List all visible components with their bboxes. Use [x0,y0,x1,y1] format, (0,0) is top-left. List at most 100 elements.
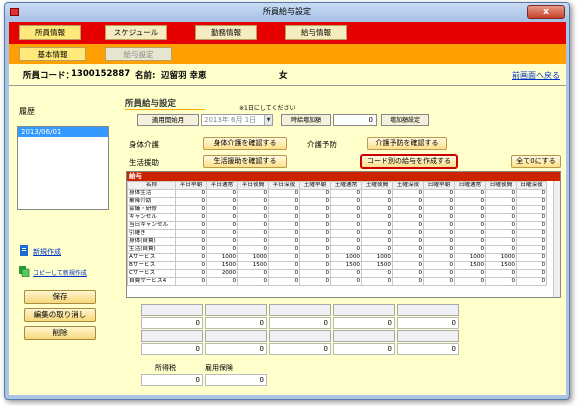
salary-cell[interactable]: 0 [454,237,486,246]
salary-cell[interactable]: 0 [175,213,207,222]
subtab-salary-settings[interactable]: 給与設定 [105,47,172,61]
salary-cell[interactable]: 0 [237,221,269,230]
salary-cell[interactable]: 0 [485,245,517,254]
salary-cell[interactable]: 0 [392,229,424,238]
salary-cell[interactable]: 0 [175,245,207,254]
salary-cell[interactable]: 0 [268,221,300,230]
summary-field[interactable]: 0 [269,317,331,329]
salary-cell[interactable]: 0 [330,229,362,238]
salary-cell[interactable]: 0 [175,277,207,286]
hourly-add-input[interactable]: 0 [333,114,377,126]
salary-cell[interactable]: 0 [361,205,393,214]
summary-field[interactable]: 0 [205,317,267,329]
salary-cell[interactable]: 0 [392,237,424,246]
salary-cell[interactable]: 0 [516,245,547,254]
salary-cell[interactable]: 0 [268,197,300,206]
salary-cell[interactable]: 0 [516,189,547,198]
salary-cell[interactable]: 0 [268,213,300,222]
salary-cell[interactable]: 0 [237,269,269,278]
salary-cell[interactable]: 0 [516,253,547,262]
save-button[interactable]: 保存 [24,290,96,304]
salary-cell[interactable]: 0 [206,213,238,222]
salary-cell[interactable]: 0 [206,189,238,198]
salary-cell[interactable]: 0 [175,237,207,246]
close-button[interactable]: x [527,5,565,19]
physical-care-button[interactable]: 身体介護を確認する [203,137,287,150]
employment-insurance-field[interactable]: 0 [205,374,267,386]
salary-cell[interactable]: 0 [454,269,486,278]
salary-cell[interactable]: 0 [299,269,331,278]
salary-cell[interactable]: 0 [423,277,455,286]
tab-staff-info[interactable]: 所員情報 [19,25,81,40]
salary-cell[interactable]: 1500 [485,261,517,270]
salary-cell[interactable]: 0 [268,261,300,270]
salary-cell[interactable]: 1000 [361,253,393,262]
salary-cell[interactable]: 0 [392,269,424,278]
salary-cell[interactable]: 0 [206,229,238,238]
salary-cell[interactable]: 1500 [454,261,486,270]
salary-cell[interactable]: 0 [361,189,393,198]
salary-cell[interactable]: 1000 [206,253,238,262]
salary-cell[interactable]: 1000 [454,253,486,262]
copy-new-link[interactable]: コピーして新規作成 [19,266,87,277]
salary-cell[interactable]: 0 [268,277,300,286]
salary-cell[interactable]: 0 [330,205,362,214]
salary-cell[interactable]: 0 [516,269,547,278]
summary-field[interactable]: 0 [397,343,459,355]
salary-cell[interactable]: 1000 [330,253,362,262]
salary-cell[interactable]: 0 [485,229,517,238]
salary-cell[interactable]: 0 [175,205,207,214]
chevron-down-icon[interactable]: ▼ [264,115,272,125]
salary-cell[interactable]: 0 [330,237,362,246]
salary-cell[interactable]: 0 [330,221,362,230]
prevention-button[interactable]: 介護予防を確認する [367,137,447,150]
salary-cell[interactable]: 0 [268,189,300,198]
new-link[interactable]: 新規作成 [19,245,61,257]
salary-cell[interactable]: 0 [485,277,517,286]
salary-cell[interactable]: 0 [454,221,486,230]
cancel-edit-button[interactable]: 編集の取り消し [24,308,96,322]
salary-cell[interactable]: 0 [423,205,455,214]
salary-cell[interactable]: 0 [268,269,300,278]
history-list[interactable]: 2013/06/01 [17,126,109,210]
salary-cell[interactable]: 0 [392,221,424,230]
salary-cell[interactable]: 0 [516,261,547,270]
delete-button[interactable]: 削除 [24,326,96,340]
salary-cell[interactable]: 1500 [206,261,238,270]
salary-cell[interactable]: 0 [206,197,238,206]
salary-cell[interactable]: 0 [175,269,207,278]
summary-field[interactable]: 0 [333,317,395,329]
salary-cell[interactable]: 0 [454,277,486,286]
hourly-set-button[interactable]: 増加額設定 [381,114,429,126]
salary-cell[interactable]: 1500 [361,261,393,270]
salary-cell[interactable]: 0 [392,277,424,286]
tab-salary-info[interactable]: 給与情報 [285,25,347,40]
salary-cell[interactable]: 0 [299,237,331,246]
salary-cell[interactable]: 0 [330,277,362,286]
income-tax-field[interactable]: 0 [141,374,203,386]
salary-cell[interactable]: 0 [392,213,424,222]
start-month-picker[interactable]: 2013年 6月 1日 ▼ [201,114,273,126]
salary-cell[interactable]: 0 [485,237,517,246]
salary-cell[interactable]: 0 [299,261,331,270]
salary-cell[interactable]: 0 [485,213,517,222]
salary-cell[interactable]: 0 [516,237,547,246]
salary-cell[interactable]: 0 [361,269,393,278]
zero-all-button[interactable]: 全て0にする [511,155,561,168]
salary-cell[interactable]: 0 [268,245,300,254]
salary-cell[interactable]: 0 [423,261,455,270]
salary-cell[interactable]: 0 [330,245,362,254]
salary-cell[interactable]: 0 [423,269,455,278]
summary-field[interactable]: 0 [333,343,395,355]
salary-cell[interactable]: 0 [485,189,517,198]
salary-cell[interactable]: 0 [516,277,547,286]
tab-schedule[interactable]: スケジュール [105,25,167,40]
salary-cell[interactable]: 0 [516,197,547,206]
salary-cell[interactable]: 0 [299,245,331,254]
salary-cell[interactable]: 0 [423,189,455,198]
salary-cell[interactable]: 0 [454,213,486,222]
salary-cell[interactable]: 0 [454,229,486,238]
salary-cell[interactable]: 0 [330,197,362,206]
salary-cell[interactable]: 0 [175,253,207,262]
salary-cell[interactable]: 0 [516,213,547,222]
